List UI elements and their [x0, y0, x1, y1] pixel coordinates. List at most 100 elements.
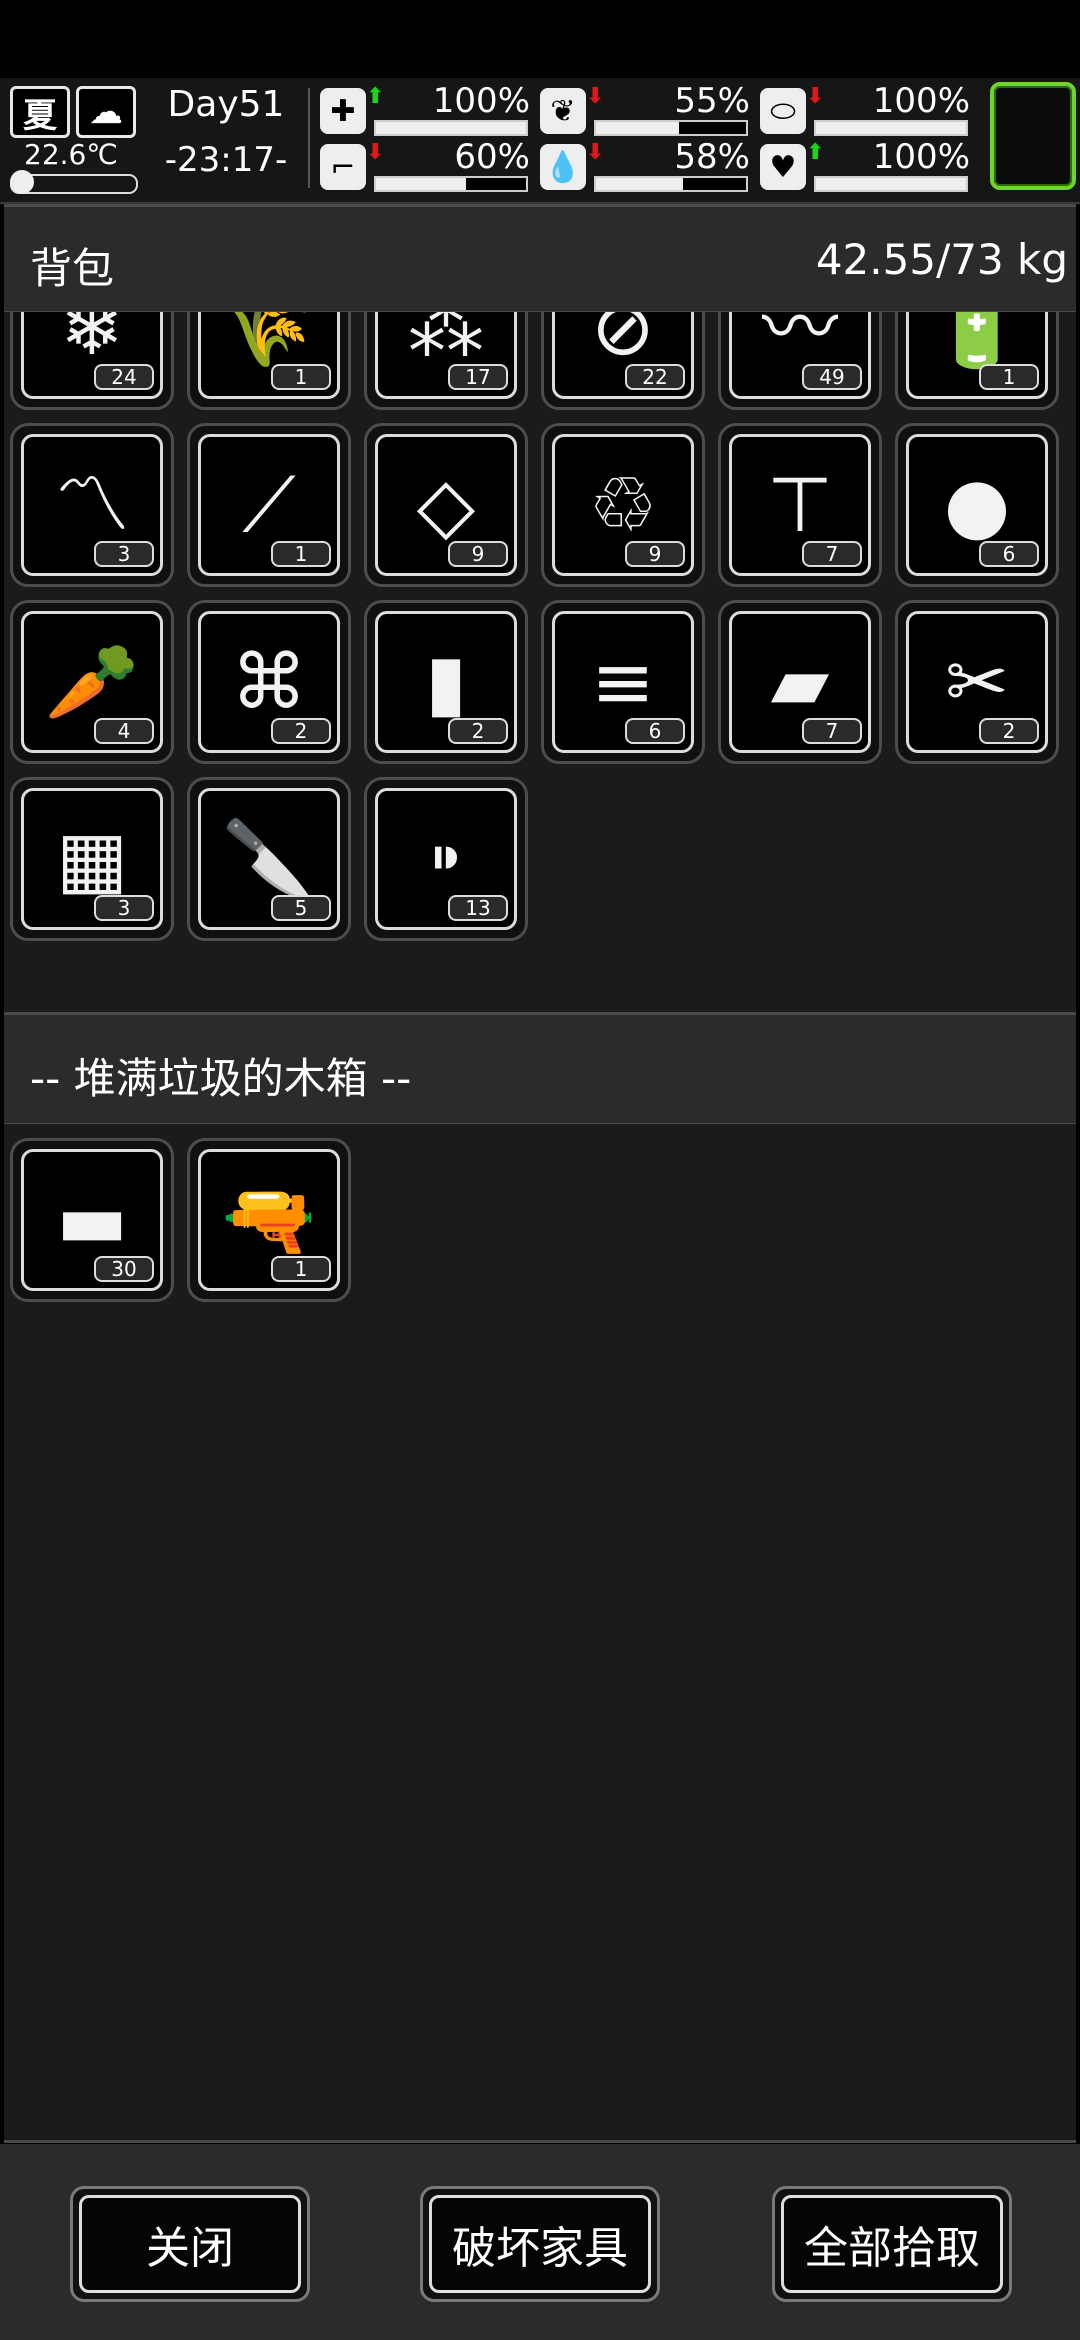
item-frame: ❄ 24	[21, 312, 163, 399]
arrow-down-icon: ⬇	[586, 84, 605, 109]
arrow-down-icon: ⬇	[586, 140, 605, 165]
divider	[308, 88, 310, 188]
stat-bar	[814, 176, 968, 192]
stat-bar	[594, 176, 748, 192]
item-slot[interactable]: ⟋ 1	[187, 423, 351, 587]
stat-value: 100%	[432, 81, 530, 121]
stat-bar-fill	[376, 178, 466, 190]
stat-value: 55%	[674, 81, 750, 121]
item-slot[interactable]: 〽 3	[10, 423, 174, 587]
item-frame: ⁍ 13	[375, 788, 517, 930]
item-count: 30	[94, 1256, 154, 1282]
item-frame: ⁂ 17	[375, 312, 517, 399]
stat-bar-fill	[596, 178, 683, 190]
day-counter: Day51	[167, 84, 285, 125]
destroy-furniture-button-label: 破坏家具	[429, 2195, 651, 2293]
item-count: 1	[979, 364, 1039, 390]
item-slot[interactable]: 🔋 1	[895, 312, 1059, 410]
item-frame: ♲ 9	[552, 434, 694, 576]
item-count: 2	[979, 718, 1039, 744]
item-slot[interactable]: 🌾 1	[187, 312, 351, 410]
item-count: 1	[271, 364, 331, 390]
item-count: 9	[625, 541, 685, 567]
stat-bar	[814, 120, 968, 136]
stat-value: 60%	[454, 137, 530, 177]
temperature-label: 22.6℃	[24, 138, 118, 171]
item-frame: ▦ 3	[21, 788, 163, 930]
pill-icon: ⬭	[760, 88, 806, 134]
backpack-grid[interactable]: ❄ 24 🌾 1 ⁂ 17 ⊘ 22 〰 49 🔋 1 〽 3 ⟋ 1 ◇ 9 ♲ 9 ⊤ 7 ● 6 🥕 4 ⌘ 2 ▮ 2 ≡ 6 ▰ 7 ✂ 2…	[4, 312, 1076, 1012]
game-clock: -23:17-	[164, 140, 288, 180]
item-slot[interactable]: ● 6	[895, 423, 1059, 587]
item-slot[interactable]: 🔫 1	[187, 1138, 351, 1302]
stat-mood: ♥ ⬆ 100%	[760, 137, 970, 192]
item-frame: ≡ 6	[552, 611, 694, 753]
close-button-label: 关闭	[79, 2195, 301, 2293]
stat-bar-fill	[596, 122, 679, 134]
item-count: 9	[448, 541, 508, 567]
item-count: 7	[802, 541, 862, 567]
stomach-icon: ❦	[540, 88, 586, 134]
item-slot[interactable]: ≡ 6	[541, 600, 705, 764]
item-count: 49	[802, 364, 862, 390]
item-count: 22	[625, 364, 685, 390]
close-button[interactable]: 关闭	[70, 2186, 310, 2302]
item-frame: 🌾 1	[198, 312, 340, 399]
equipped-slot[interactable]	[990, 82, 1076, 190]
item-slot[interactable]: ⌘ 2	[187, 600, 351, 764]
item-slot[interactable]: ▮ 2	[364, 600, 528, 764]
season-indicator: 夏	[10, 86, 70, 138]
item-frame: ✂ 2	[906, 611, 1048, 753]
stat-value: 100%	[872, 81, 970, 121]
item-count: 1	[271, 1256, 331, 1282]
container-header: -- 堆满垃圾的木箱 --	[4, 1012, 1076, 1126]
arrow-up-icon: ⬆	[366, 84, 385, 109]
item-count: 4	[94, 718, 154, 744]
item-slot[interactable]: ▬ 30	[10, 1138, 174, 1302]
container-title: -- 堆满垃圾的木箱 --	[30, 1054, 412, 1103]
item-slot[interactable]: ❄ 24	[10, 312, 174, 410]
item-slot[interactable]: 🥕 4	[10, 600, 174, 764]
arrow-up-icon: ⬆	[806, 140, 825, 165]
item-frame: ▰ 7	[729, 611, 871, 753]
item-count: 17	[448, 364, 508, 390]
stat-value: 100%	[872, 137, 970, 177]
stat-bar	[374, 120, 528, 136]
item-frame: 🥕 4	[21, 611, 163, 753]
boot-icon: ⌐	[320, 144, 366, 190]
item-frame: ◇ 9	[375, 434, 517, 576]
item-count: 1	[271, 541, 331, 567]
item-frame: ▬ 30	[21, 1149, 163, 1291]
item-slot[interactable]: ▦ 3	[10, 777, 174, 941]
item-slot[interactable]: ⊤ 7	[718, 423, 882, 587]
item-slot[interactable]: ⁂ 17	[364, 312, 528, 410]
item-count: 3	[94, 895, 154, 921]
stat-stamina: ⌐ ⬇ 60%	[320, 137, 530, 192]
arrow-down-icon: ⬇	[806, 84, 825, 109]
item-slot[interactable]: ⊘ 22	[541, 312, 705, 410]
item-count: 2	[448, 718, 508, 744]
item-slot[interactable]: 〰 49	[718, 312, 882, 410]
item-slot[interactable]: ▰ 7	[718, 600, 882, 764]
backpack-title: 背包	[30, 244, 115, 293]
stat-bar-fill	[816, 122, 966, 134]
water-drop-icon: 💧	[540, 144, 586, 190]
take-all-button[interactable]: 全部拾取	[772, 2186, 1012, 2302]
item-count: 5	[271, 895, 331, 921]
item-slot[interactable]: ♲ 9	[541, 423, 705, 587]
item-frame: 〰 49	[729, 312, 871, 399]
item-slot[interactable]: ◇ 9	[364, 423, 528, 587]
item-frame: 〽 3	[21, 434, 163, 576]
take-all-button-label: 全部拾取	[781, 2195, 1003, 2293]
item-frame: ⟋ 1	[198, 434, 340, 576]
item-count: 13	[448, 895, 508, 921]
destroy-furniture-button[interactable]: 破坏家具	[420, 2186, 660, 2302]
item-count: 6	[625, 718, 685, 744]
item-frame: 🔪 5	[198, 788, 340, 930]
item-slot[interactable]: 🔪 5	[187, 777, 351, 941]
container-grid[interactable]: ▬ 30 🔫 1	[4, 1124, 1076, 2143]
item-count: 2	[271, 718, 331, 744]
item-count: 3	[94, 541, 154, 567]
item-slot[interactable]: ✂ 2	[895, 600, 1059, 764]
item-slot[interactable]: ⁍ 13	[364, 777, 528, 941]
